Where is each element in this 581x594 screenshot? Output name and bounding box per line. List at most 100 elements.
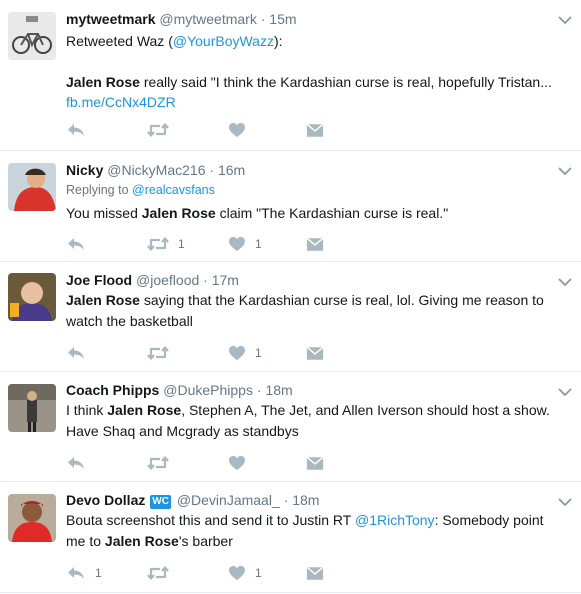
tweet[interactable]: Coach Phipps @DukePhipps · 18m I think J… [0, 372, 581, 482]
mention-link[interactable]: @realcavsfans [132, 183, 215, 197]
retweet-icon [147, 455, 169, 471]
user-handle[interactable]: @DukePhipps [163, 382, 253, 398]
tweet[interactable]: Devo Dollaz WC @DevinJamaal_ · 18m Bouta… [0, 482, 581, 593]
highlighted-term: Jalen Rose [104, 532, 179, 549]
direct-message-icon [306, 456, 324, 471]
avatar[interactable] [8, 494, 56, 542]
reply-button[interactable] [66, 454, 95, 472]
timestamp[interactable]: 18m [265, 382, 292, 398]
timestamp[interactable]: 18m [292, 492, 319, 508]
user-handle[interactable]: @DevinJamaal_ [177, 492, 280, 508]
tweet-text: You missed Jalen Rose claim "The Kardash… [66, 203, 553, 224]
direct-message-button[interactable] [306, 121, 324, 139]
separator-dot: · [260, 11, 266, 27]
direct-message-button[interactable] [306, 344, 324, 362]
avatar[interactable] [8, 12, 56, 60]
separator-dot: · [203, 272, 208, 288]
like-button[interactable]: 1 [228, 564, 262, 582]
user-handle[interactable]: @NickyMac216 [107, 162, 205, 178]
avatar[interactable] [8, 384, 56, 432]
retweet-button[interactable] [147, 121, 178, 139]
display-name[interactable]: Nicky [66, 162, 103, 178]
display-name[interactable]: Devo Dollaz [66, 492, 145, 508]
retweet-icon [147, 236, 169, 252]
user-handle[interactable]: @mytweetmark [159, 11, 256, 27]
mention-link[interactable]: @YourBoyWazz [173, 33, 274, 49]
timestamp[interactable]: 15m [269, 11, 296, 27]
display-name[interactable]: mytweetmark [66, 11, 156, 27]
highlighted-term: Jalen Rose [66, 73, 140, 90]
chevron-down-icon[interactable] [558, 12, 572, 30]
direct-message-button[interactable] [306, 235, 324, 253]
tweet-text: I think Jalen Rose, Stephen A, The Jet, … [66, 400, 553, 441]
retweet-prefix: Retweeted Waz ( [66, 33, 173, 49]
text-before: Bouta screenshot this and send it to Jus… [66, 512, 355, 528]
retweet-icon [147, 345, 169, 361]
tweet[interactable]: Nicky @NickyMac216 · 16m Replying to @re… [0, 151, 581, 262]
retweet-suffix: ): [273, 33, 283, 49]
separator-dot: · [209, 162, 215, 178]
avatar[interactable] [8, 163, 56, 211]
url-link[interactable]: fb.me/CcNx4DZR [66, 94, 176, 110]
heart-icon [228, 565, 246, 581]
like-count: 1 [255, 566, 262, 580]
retweet-button[interactable]: 1 [147, 235, 185, 253]
direct-message-icon [306, 566, 324, 581]
text-after: really said "I think the Kardashian curs… [139, 73, 552, 90]
timestamp[interactable]: 17m [212, 272, 239, 288]
highlighted-term: Jalen Rose [107, 402, 182, 418]
like-button[interactable] [228, 454, 255, 472]
timestamp[interactable]: 16m [218, 162, 245, 178]
reply-icon [66, 455, 86, 471]
text-after: claim "The Kardashian curse is real." [215, 205, 449, 221]
direct-message-icon [306, 237, 324, 252]
reply-button[interactable]: 1 [66, 564, 102, 582]
tweet[interactable]: Joe Flood @joeflood · 17m Jalen Rose say… [0, 262, 581, 372]
display-name[interactable]: Joe Flood [66, 272, 132, 288]
tweet-text: Jalen Rose saying that the Kardashian cu… [66, 290, 553, 331]
tweet-text: Jalen Rose really said "I think the Kard… [66, 72, 553, 93]
chevron-down-icon[interactable] [558, 494, 572, 512]
like-button[interactable] [228, 121, 255, 139]
like-button[interactable]: 1 [228, 235, 262, 253]
retweet-count: 1 [178, 237, 185, 251]
replying-prefix: Replying to [66, 183, 133, 197]
user-handle[interactable]: @joeflood [136, 272, 199, 288]
direct-message-button[interactable] [306, 564, 324, 582]
like-button[interactable]: 1 [228, 344, 262, 362]
retweet-icon [147, 122, 169, 138]
separator-dot: · [283, 492, 289, 508]
reply-button[interactable] [66, 121, 95, 139]
retweet-button[interactable] [147, 344, 178, 362]
chevron-down-icon[interactable] [558, 384, 572, 402]
separator-dot: · [256, 382, 262, 398]
heart-icon [228, 455, 246, 471]
like-count: 1 [255, 237, 262, 251]
reply-icon [66, 345, 86, 361]
retweet-button[interactable] [147, 564, 178, 582]
heart-icon [228, 345, 246, 361]
tweet-text: Bouta screenshot this and send it to Jus… [66, 510, 553, 551]
mention-link[interactable]: @1RichTony [355, 512, 435, 528]
tweet-text: fb.me/CcNx4DZR [66, 92, 553, 113]
text-after: 's barber [178, 532, 233, 549]
profile-badge: WC [150, 495, 171, 509]
reply-button[interactable] [66, 344, 95, 362]
retweet-icon [147, 565, 169, 581]
direct-message-button[interactable] [306, 454, 324, 472]
tweet[interactable]: mytweetmark @mytweetmark · 15m Retweeted… [0, 0, 581, 151]
heart-icon [228, 236, 246, 252]
chevron-down-icon[interactable] [558, 274, 572, 292]
avatar[interactable] [8, 273, 56, 321]
text-before: I think [66, 402, 108, 418]
highlighted-term: Jalen Rose [141, 205, 216, 221]
highlighted-term: Jalen Rose [66, 292, 140, 308]
reply-button[interactable] [66, 235, 95, 253]
reply-icon [66, 565, 86, 581]
heart-icon [228, 122, 246, 138]
direct-message-icon [306, 123, 324, 138]
reply-icon [66, 122, 86, 138]
retweet-button[interactable] [147, 454, 178, 472]
chevron-down-icon[interactable] [558, 163, 572, 181]
display-name[interactable]: Coach Phipps [66, 382, 159, 398]
